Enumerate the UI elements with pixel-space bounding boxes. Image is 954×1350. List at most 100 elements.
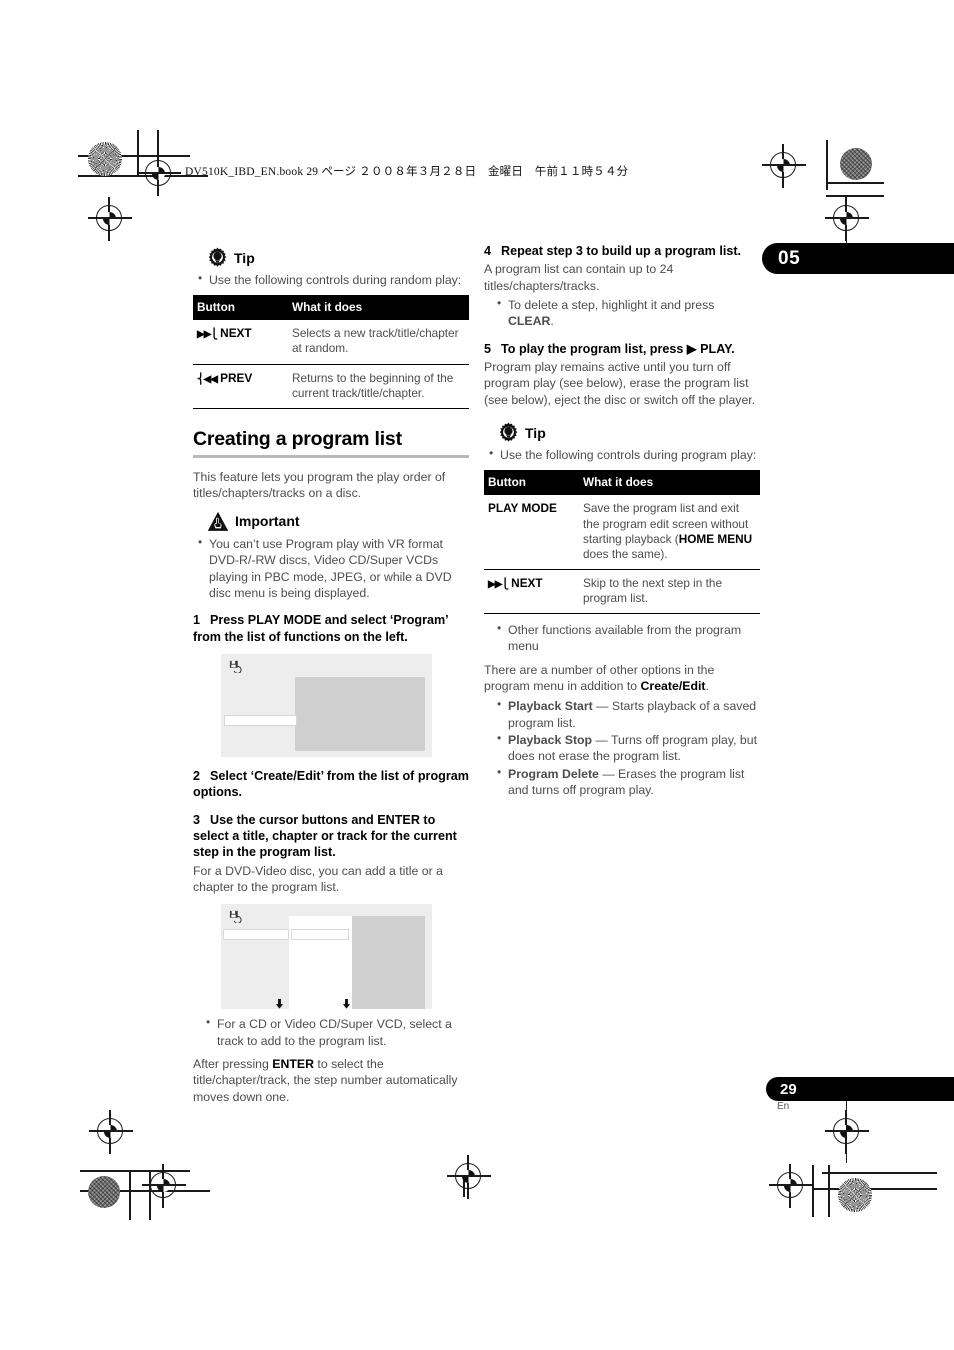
crop-mark-line xyxy=(846,1101,848,1163)
button-name-cell: PLAY MODE xyxy=(484,494,577,570)
figure-highlighted-row xyxy=(224,714,297,726)
program-menu-options-list: Playback Start — Starts playback of a sa… xyxy=(484,697,760,799)
button-label: NEXT xyxy=(220,326,252,341)
tip-bullet-list: Use the following controls during random… xyxy=(193,271,469,288)
option-name: Program Delete xyxy=(508,766,599,781)
registration-mark xyxy=(447,1155,491,1199)
column-header-button: Button xyxy=(193,295,286,320)
next-button-glyph-icon: ▶▶⎩ xyxy=(197,329,218,341)
warning-icon xyxy=(207,511,229,532)
registration-mark xyxy=(762,144,806,188)
random-play-button-table: Button What it does ▶▶⎩ NEXT Selects a n… xyxy=(193,295,469,409)
left-column: Tip Use the following controls during ra… xyxy=(193,243,469,1114)
list-item: Use the following controls during random… xyxy=(193,271,469,288)
option-name: Playback Start xyxy=(508,699,593,714)
step-number: 2 xyxy=(193,768,201,783)
button-label: NEXT xyxy=(511,575,543,590)
crop-mark-line xyxy=(826,140,828,190)
option-name: Playback Stop xyxy=(508,733,593,748)
step-number: 1 xyxy=(193,613,201,628)
section-intro-text: This feature lets you program the play o… xyxy=(193,470,446,501)
prev-button-glyph-icon: ⎨◀◀ xyxy=(197,373,218,385)
scroll-down-arrow-icon xyxy=(275,996,284,1009)
step-4-bullet-list: To delete a step, highlight it and press… xyxy=(484,296,760,330)
column-header-what-it-does: What it does xyxy=(577,470,760,495)
tip-heading-label: Tip xyxy=(234,249,255,266)
table-header-row: Button What it does xyxy=(193,295,469,320)
step-number: 5 xyxy=(484,341,492,356)
step-5-body-text: Program play remains active until you tu… xyxy=(484,360,756,407)
enter-button-emphasis: ENTER xyxy=(272,1057,314,1072)
table-row: ▶▶⎩ NEXT Selects a new track/title/chapt… xyxy=(193,319,469,365)
density-dot-mark xyxy=(840,148,872,180)
chapter-number: 05 xyxy=(778,247,801,269)
title-rule-divider xyxy=(193,455,469,459)
button-name-cell: ▶▶⎩ NEXT xyxy=(484,569,577,615)
table-row: ⎨◀◀ PREV Returns to the beginning of the… xyxy=(193,364,469,409)
text-fragment: does the same). xyxy=(583,546,668,561)
list-item: For a CD or Video CD/Super VCD, select a… xyxy=(193,1015,469,1049)
crop-mark-line xyxy=(812,1188,937,1190)
registration-mark xyxy=(769,1164,813,1208)
page-title: Creating a program list xyxy=(193,427,402,450)
figure-middle-highlighted-row xyxy=(291,929,349,941)
figure-content-panel xyxy=(352,916,425,1010)
crop-mark-line xyxy=(822,1172,937,1174)
step-3: 3 Use the cursor buttons and ENTER to sel… xyxy=(193,812,469,861)
figure-program-play-mode-screen xyxy=(221,653,432,757)
step-text: Select ‘Create/Edit’ from the list of pr… xyxy=(193,768,469,800)
table-row: PLAY MODE Save the program list and exit… xyxy=(484,494,760,570)
page-number: 29 xyxy=(780,1080,797,1098)
list-item: To delete a step, highlight it and press… xyxy=(484,296,760,330)
important-callout-heading: Important xyxy=(207,511,469,532)
tip-callout-heading: Tip xyxy=(498,422,760,443)
list-item: Playback Stop — Turns off program play, … xyxy=(484,731,760,765)
gear-icon xyxy=(207,247,228,268)
step-2: 2 Select ‘Create/Edit’ from the list of p… xyxy=(193,768,469,801)
registration-mark xyxy=(88,197,132,241)
crop-mark-line xyxy=(149,1170,151,1220)
step-5: 5 To play the program list, press ▶ PLAY. xyxy=(484,341,760,357)
gear-icon xyxy=(498,422,519,443)
cd-track-bullet-list: For a CD or Video CD/Super VCD, select a… xyxy=(193,1015,469,1049)
button-description-cell: Skip to the next step in the program lis… xyxy=(577,569,760,615)
step-3-body-text: For a DVD-Video disc, you can add a titl… xyxy=(193,863,443,895)
button-description-cell: Save the program list and exit the progr… xyxy=(577,494,760,570)
density-dot-mark xyxy=(88,1176,120,1208)
step-1: 1 Press PLAY MODE and select ‘Program’ fr… xyxy=(193,612,469,645)
crop-mark-line xyxy=(826,182,884,184)
crop-mark-line xyxy=(137,130,139,175)
button-label: PLAY MODE xyxy=(488,501,557,516)
list-item: Program Delete — Erases the program list… xyxy=(484,765,760,799)
step-text: Repeat step 3 to build up a program list… xyxy=(501,244,742,258)
create-edit-emphasis: Create/Edit xyxy=(640,679,706,694)
running-head: DV510K_IBD_EN.book 29 ページ ２００８年３月２８日 金曜日… xyxy=(185,166,629,178)
next-button-glyph-icon: ▶▶⎩ xyxy=(488,578,509,590)
after-figure-body-text: After pressing ENTER to select the title… xyxy=(193,1056,469,1105)
text-fragment: . xyxy=(550,314,554,329)
table-header-row: Button What it does xyxy=(484,470,760,495)
column-header-what-it-does: What it does xyxy=(286,295,469,320)
list-item: Other functions available from the progr… xyxy=(484,621,760,655)
registration-mark xyxy=(142,1164,186,1208)
figure-content-panel xyxy=(295,676,425,751)
clear-button-emphasis: CLEAR xyxy=(508,314,551,329)
tip-bullet-list: Use the following controls during progra… xyxy=(484,446,760,463)
disc-icon xyxy=(229,910,243,925)
tip-callout-heading: Tip xyxy=(207,247,469,268)
crop-mark-line xyxy=(846,225,848,245)
other-functions-bullet-list: Other functions available from the progr… xyxy=(484,621,760,655)
step-text: Press PLAY MODE and select ‘Program’ fro… xyxy=(193,613,448,644)
crop-mark-line xyxy=(812,1165,814,1217)
scroll-down-arrow-icon xyxy=(342,996,351,1009)
step-4: 4 Repeat step 3 to build up a program lis… xyxy=(484,243,760,259)
crop-mark-line xyxy=(80,1170,190,1172)
figure-program-edit-screen xyxy=(221,904,432,1010)
disc-icon xyxy=(229,660,243,674)
crop-mark-line xyxy=(828,1165,830,1217)
button-description-cell: Selects a new track/title/chapter at ran… xyxy=(286,319,469,365)
page-number-tab: 29 xyxy=(766,1077,954,1101)
important-heading-label: Important xyxy=(235,513,300,530)
star-target-mark xyxy=(88,142,122,176)
step-text: Use the cursor buttons and ENTER to sele… xyxy=(193,812,457,860)
